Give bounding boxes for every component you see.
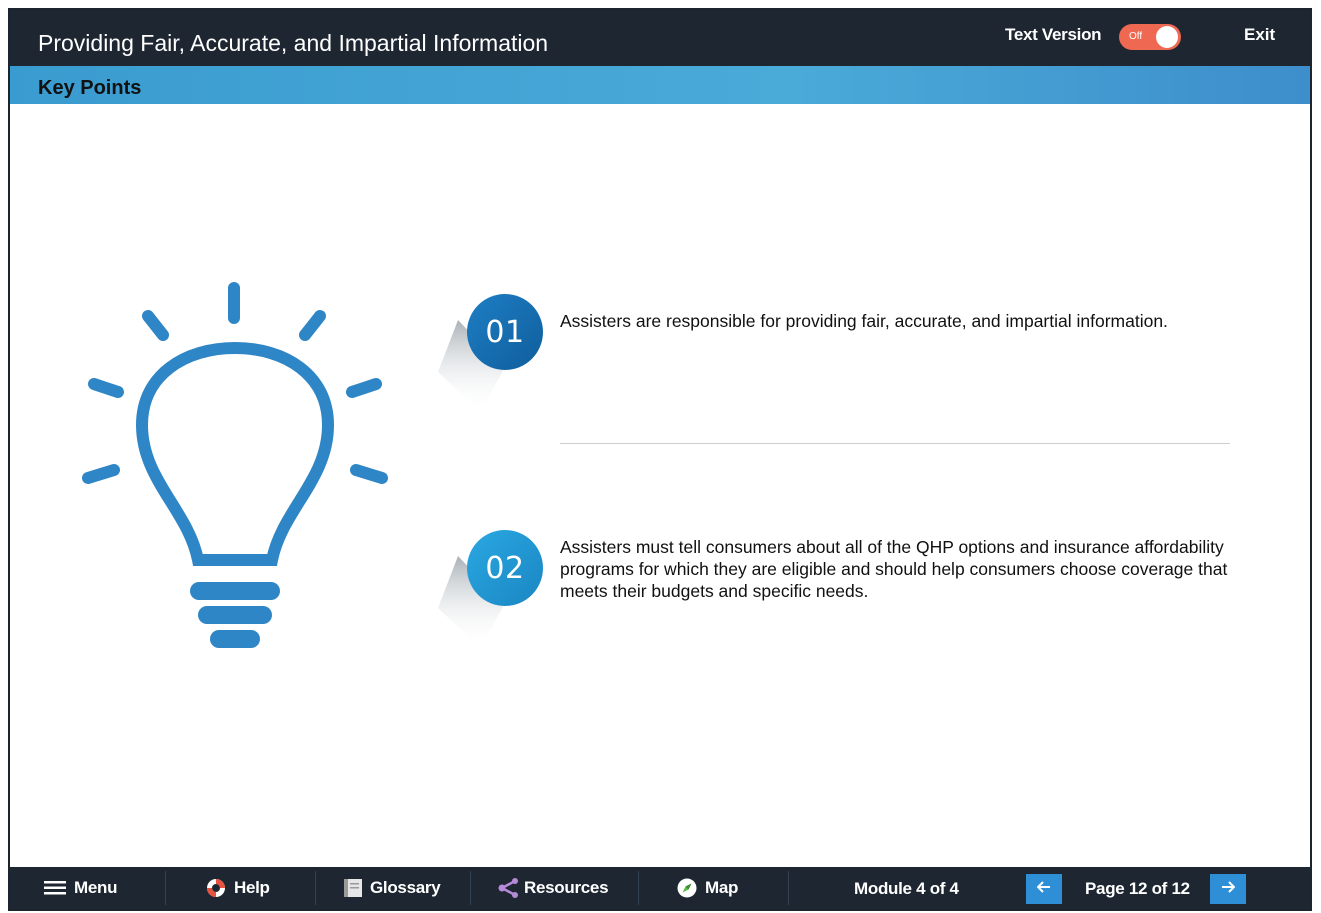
key-point-badge-2: 02 bbox=[430, 530, 543, 648]
map-button[interactable]: Map bbox=[677, 867, 738, 909]
lifebuoy-icon bbox=[206, 878, 226, 898]
glossary-label: Glossary bbox=[370, 878, 441, 897]
footer-divider bbox=[788, 871, 789, 905]
key-point-number: 01 bbox=[485, 314, 525, 350]
key-points-divider bbox=[560, 443, 1230, 444]
lightbulb-icon bbox=[70, 280, 400, 675]
compass-icon bbox=[677, 878, 697, 898]
page-indicator: Page 12 of 12 bbox=[1085, 879, 1190, 898]
help-button[interactable]: Help bbox=[206, 867, 270, 909]
share-icon bbox=[498, 878, 520, 898]
help-label: Help bbox=[234, 878, 270, 897]
key-point-text-1: Assisters are responsible for providing … bbox=[560, 311, 1168, 331]
footer-divider bbox=[315, 871, 316, 905]
footer-bar: Menu Help Glossary Resources Map Module … bbox=[10, 867, 1310, 909]
toggle-state-label: Off bbox=[1129, 31, 1143, 42]
resources-label: Resources bbox=[524, 878, 609, 897]
menu-button[interactable]: Menu bbox=[44, 867, 117, 909]
hamburger-icon bbox=[44, 881, 66, 895]
glossary-button[interactable]: Glossary bbox=[344, 867, 441, 909]
exit-button[interactable]: Exit bbox=[1244, 25, 1275, 45]
toggle-knob bbox=[1156, 26, 1178, 48]
next-page-button[interactable] bbox=[1210, 874, 1246, 904]
key-point-badge-1: 01 bbox=[430, 294, 543, 412]
text-version-label: Text Version bbox=[1005, 25, 1102, 44]
footer-divider bbox=[165, 871, 166, 905]
key-point-text-2: Assisters must tell consumers about all … bbox=[560, 537, 1228, 601]
previous-page-button[interactable] bbox=[1026, 874, 1062, 904]
map-label: Map bbox=[705, 878, 739, 897]
resources-button[interactable]: Resources bbox=[498, 867, 609, 909]
text-version-toggle[interactable]: Off bbox=[1119, 24, 1181, 50]
section-title: Key Points bbox=[38, 77, 142, 99]
section-bar: Key Points bbox=[10, 66, 1310, 104]
menu-label: Menu bbox=[74, 878, 118, 897]
book-icon bbox=[344, 878, 362, 898]
module-indicator: Module 4 of 4 bbox=[854, 879, 959, 898]
footer-divider bbox=[470, 871, 471, 905]
footer-divider bbox=[638, 871, 639, 905]
course-title: Providing Fair, Accurate, and Impartial … bbox=[38, 30, 549, 56]
key-point-number: 02 bbox=[485, 550, 525, 586]
arrow-right-icon bbox=[1221, 880, 1236, 898]
arrow-left-icon bbox=[1036, 880, 1051, 898]
course-frame: Providing Fair, Accurate, and Impartial … bbox=[8, 8, 1312, 911]
header-bar: Providing Fair, Accurate, and Impartial … bbox=[10, 10, 1310, 66]
